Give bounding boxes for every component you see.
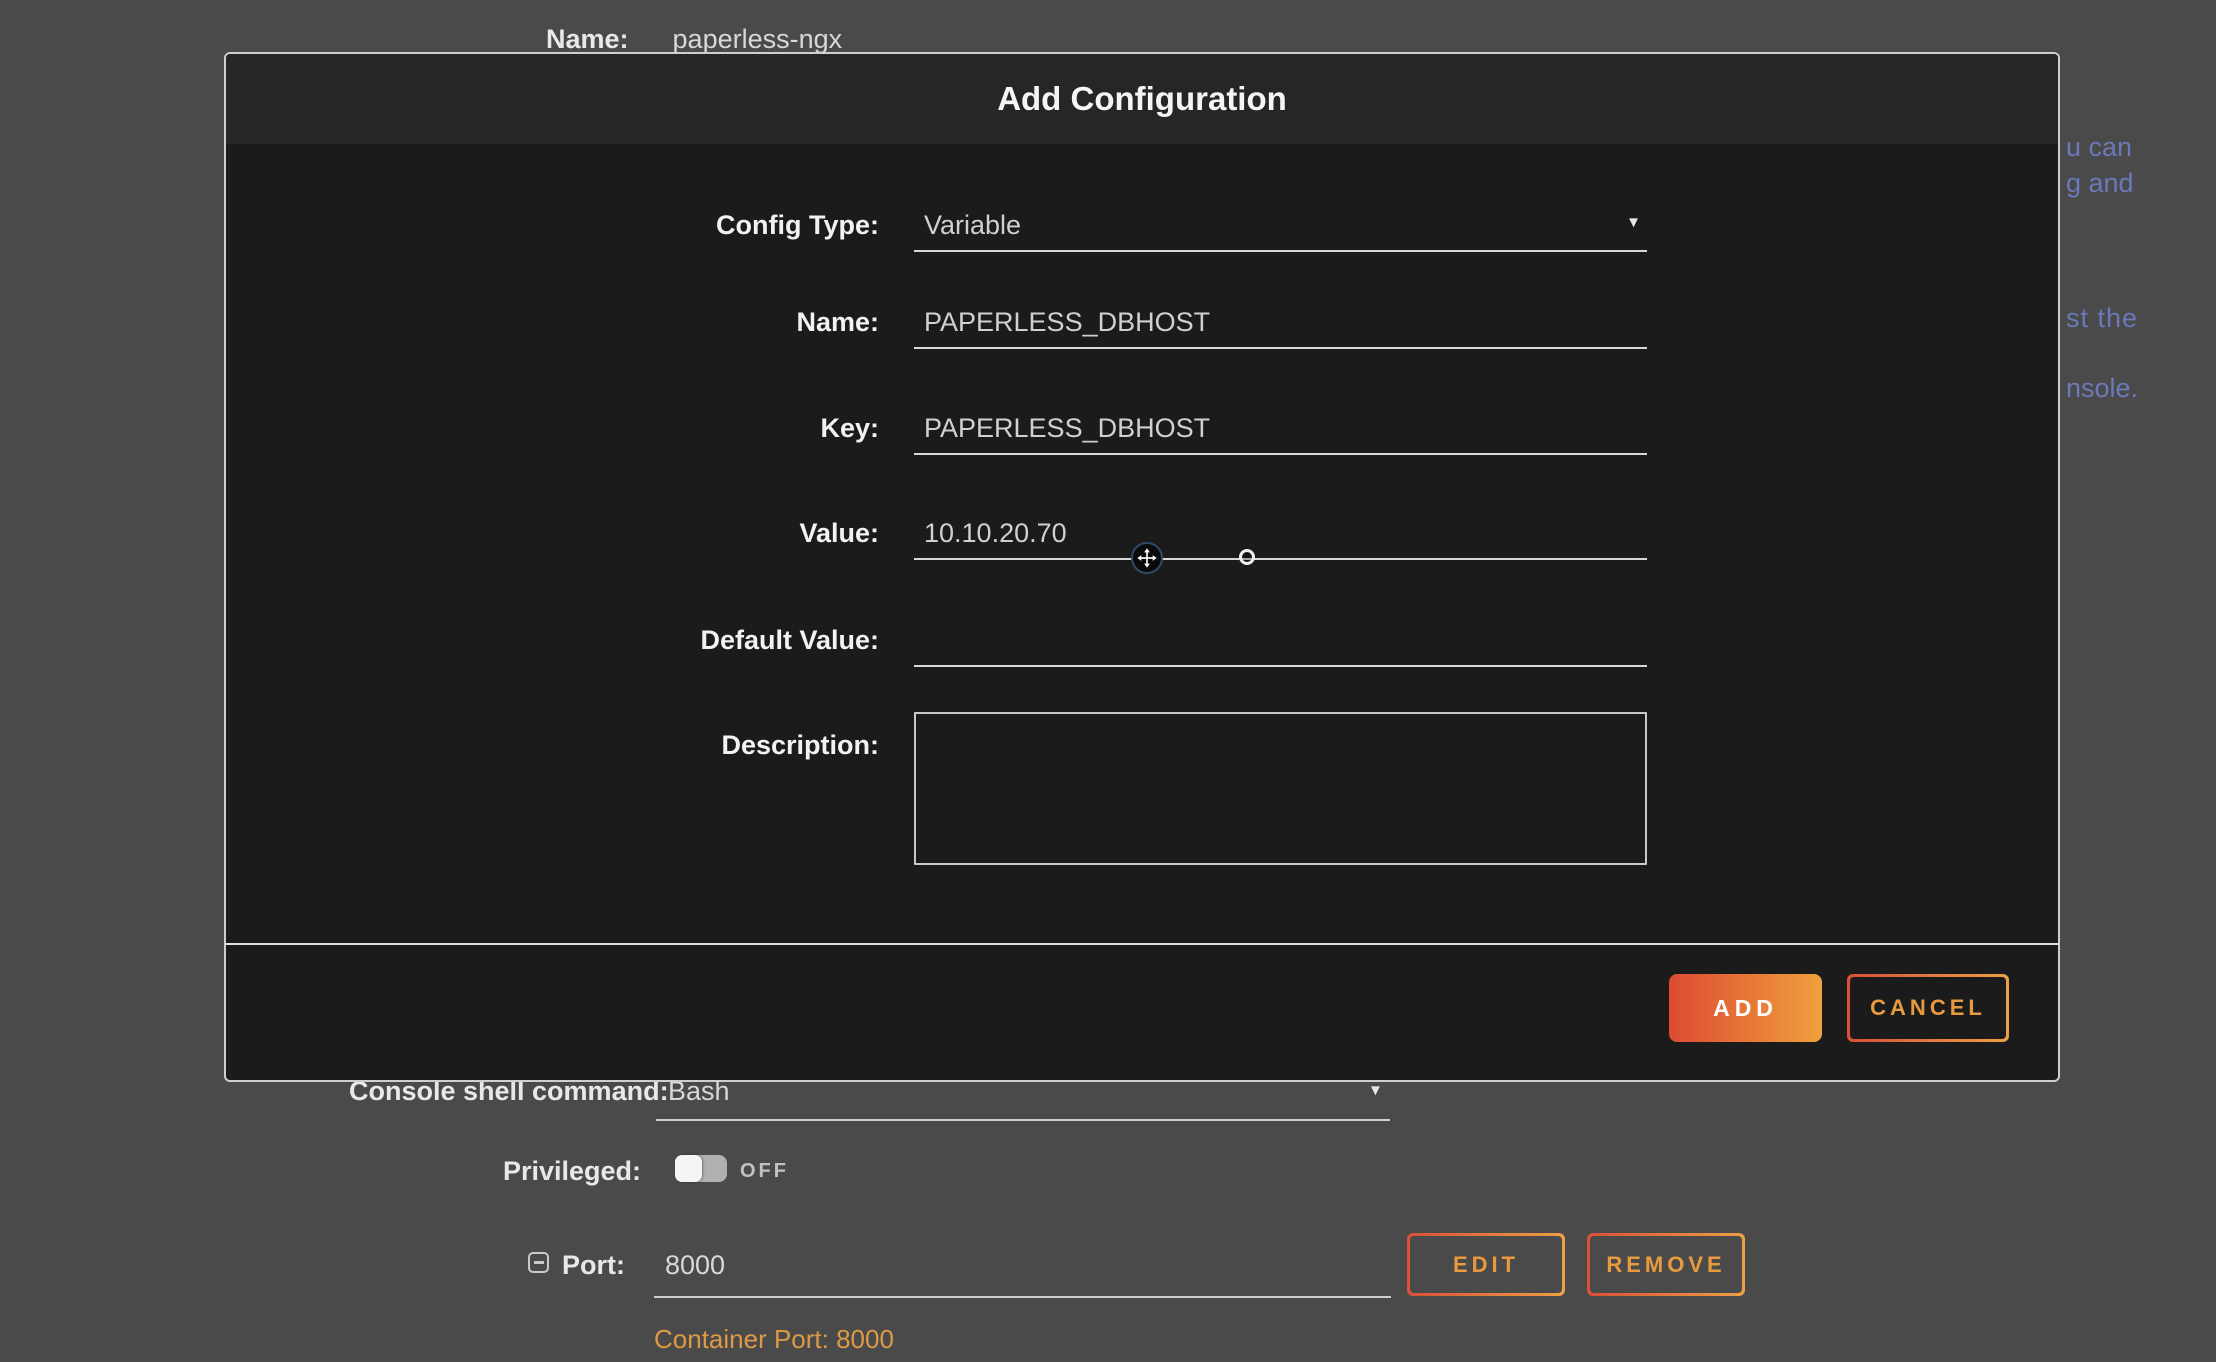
- cancel-button-label: CANCEL: [1850, 977, 2006, 1039]
- privileged-toggle[interactable]: [675, 1155, 727, 1182]
- privileged-label: Privileged:: [503, 1156, 641, 1187]
- config-type-label: Config Type:: [226, 210, 879, 241]
- default-value-input[interactable]: [914, 619, 1647, 665]
- bg-clipped-text-2: g and: [2066, 168, 2134, 198]
- description-label: Description:: [226, 730, 879, 761]
- edit-button[interactable]: EDIT: [1407, 1233, 1565, 1296]
- key-input-wrap: [914, 407, 1647, 455]
- port-label: Port:: [562, 1250, 625, 1281]
- move-arrows-glyph: [1136, 547, 1158, 569]
- name-input-wrap: [914, 301, 1647, 349]
- description-textarea[interactable]: [914, 712, 1647, 865]
- bg-clipped-text-3: st the: [2066, 303, 2138, 333]
- minus-bar: [534, 1261, 544, 1264]
- key-row: Key:: [226, 407, 2058, 455]
- key-input[interactable]: [914, 407, 1647, 453]
- remove-button-label: REMOVE: [1590, 1236, 1742, 1293]
- move-cursor-icon: [1131, 542, 1163, 574]
- console-shell-underline: [656, 1119, 1390, 1121]
- bg-clipped-text-1: u can: [2066, 132, 2132, 162]
- console-shell-caret-icon[interactable]: ▼: [1368, 1082, 1383, 1099]
- config-type-select[interactable]: Variable ▼: [914, 204, 1647, 252]
- collapse-minus-icon[interactable]: [528, 1252, 549, 1273]
- default-value-input-wrap: [914, 619, 1647, 667]
- bg-name-row: Name: paperless-ngx: [546, 24, 842, 55]
- modal-title: Add Configuration: [997, 80, 1287, 118]
- config-type-value: Variable: [924, 210, 1021, 241]
- config-type-row: Config Type: Variable ▼: [226, 204, 2058, 252]
- bg-name-label: Name:: [546, 24, 629, 55]
- port-underline: [654, 1296, 1391, 1298]
- key-label: Key:: [226, 413, 879, 444]
- privileged-state: OFF: [740, 1160, 789, 1183]
- edit-button-label: EDIT: [1410, 1236, 1562, 1293]
- remove-button[interactable]: REMOVE: [1587, 1233, 1745, 1296]
- bg-clipped-text-4: nsole.: [2066, 373, 2138, 403]
- name-label: Name:: [226, 307, 879, 338]
- selection-ring-icon: [1239, 549, 1255, 565]
- value-input-wrap: [914, 512, 1647, 560]
- config-type-caret-icon: ▼: [1626, 214, 1641, 231]
- footer-divider: [226, 943, 2058, 945]
- container-port-note: Container Port: 8000: [654, 1324, 894, 1355]
- name-input[interactable]: [914, 301, 1647, 347]
- cancel-button[interactable]: CANCEL: [1847, 974, 2009, 1042]
- default-value-label: Default Value:: [226, 625, 879, 656]
- toggle-knob: [675, 1155, 702, 1182]
- bg-name-value: paperless-ngx: [673, 24, 843, 55]
- modal-header: Add Configuration: [226, 54, 2058, 144]
- value-input[interactable]: [914, 512, 1647, 558]
- screen: { "modal": { "title": "Add Configuration…: [0, 0, 2216, 1362]
- name-row: Name:: [226, 301, 2058, 349]
- default-value-row: Default Value:: [226, 619, 2058, 667]
- port-value[interactable]: 8000: [665, 1250, 725, 1281]
- value-label: Value:: [226, 518, 879, 549]
- add-button[interactable]: ADD: [1669, 974, 1822, 1042]
